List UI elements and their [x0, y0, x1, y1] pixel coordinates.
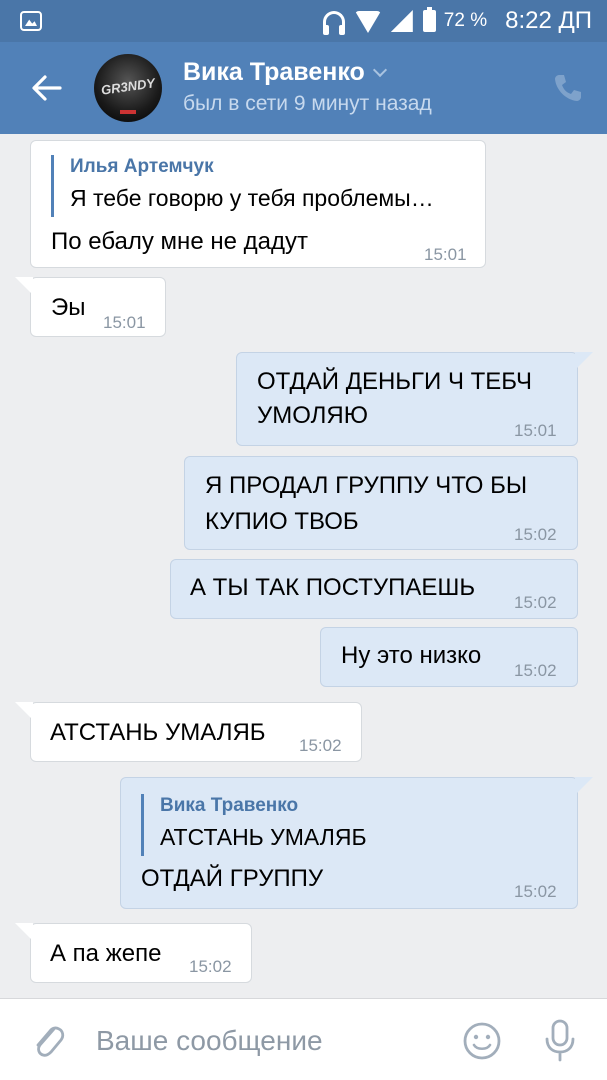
reply-text: АТСТАНЬ УМАЛЯБ: [160, 824, 367, 850]
message-time: 15:02: [514, 661, 557, 680]
wifi-icon: [354, 11, 381, 33]
reply-text: Я тебе говорю у тебя проблемы…: [70, 185, 434, 211]
battery-icon: [422, 7, 436, 32]
message-composer: [0, 998, 607, 1080]
reply-author: Илья Артемчук: [70, 156, 214, 177]
message-incoming[interactable]: АТСТАНЬ УМАЛЯБ 15:02: [15, 702, 362, 762]
message-time: 15:02: [514, 525, 557, 544]
message-text-line: Я ПРОДАЛ ГРУППУ ЧТО БЫ: [205, 472, 528, 499]
message-text: А ТЫ ТАК ПОСТУПАЕШЬ: [190, 574, 476, 601]
bubble-tail: [575, 777, 593, 795]
battery-level: 72 %: [443, 10, 488, 31]
avatar-decoration: [120, 110, 136, 114]
message-input[interactable]: [96, 1021, 436, 1061]
microphone-icon[interactable]: [542, 1017, 578, 1063]
avatar[interactable]: GR3NDY: [94, 54, 162, 122]
message-text: ОТДАЙ ГРУППУ: [141, 865, 324, 892]
message-text: АТСТАНЬ УМАЛЯБ: [50, 719, 266, 746]
message-incoming[interactable]: Илья Артемчук Я тебе говорю у тебя пробл…: [30, 140, 486, 268]
emoji-icon[interactable]: [462, 1021, 502, 1061]
clock: 8:22 ДП: [505, 7, 592, 34]
message-outgoing[interactable]: Ну это низко 15:02: [320, 627, 578, 687]
message-text: Ну это низко: [341, 642, 482, 669]
message-outgoing[interactable]: ОТДАЙ ДЕНЬГИ Ч ТЕБЧ УМОЛЯЮ 15:01: [236, 352, 593, 446]
message-text-line: КУПИО ТВОБ: [205, 508, 359, 535]
message-time: 15:02: [514, 882, 557, 901]
message-time: 15:01: [103, 313, 146, 332]
headset-icon: [322, 11, 345, 35]
status-icons: 72 % 8:22 ДП: [322, 0, 607, 42]
message-outgoing[interactable]: Я ПРОДАЛ ГРУППУ ЧТО БЫ КУПИО ТВОБ 15:02: [184, 456, 578, 550]
contact-last-seen: был в сети 9 минут назад: [183, 92, 432, 115]
message-outgoing[interactable]: А ТЫ ТАК ПОСТУПАЕШЬ 15:02: [170, 559, 578, 619]
vk-app-icon: [20, 11, 42, 31]
phone-icon[interactable]: [552, 72, 584, 104]
bubble-tail: [15, 923, 33, 941]
message-time: 15:02: [189, 957, 232, 976]
contact-name-text: Вика Травенко: [183, 58, 365, 86]
message-outgoing[interactable]: Вика Травенко АТСТАНЬ УМАЛЯБ ОТДАЙ ГРУПП…: [120, 777, 593, 909]
message-time: 15:01: [424, 245, 467, 264]
message-list[interactable]: Илья Артемчук Я тебе говорю у тебя пробл…: [0, 134, 607, 1000]
bubble-tail: [15, 702, 33, 720]
contact-name[interactable]: Вика Травенко: [183, 58, 387, 87]
message-time: 15:01: [514, 421, 557, 440]
chat-header: GR3NDY Вика Травенко был в сети 9 минут …: [0, 42, 607, 134]
reply-quote[interactable]: Вика Травенко АТСТАНЬ УМАЛЯБ: [141, 794, 367, 856]
message-text: По ебалу мне не дадут: [51, 228, 308, 255]
message-time: 15:02: [299, 736, 342, 755]
message-incoming[interactable]: А па жепе 15:02: [15, 923, 252, 983]
paperclip-icon[interactable]: [30, 1021, 66, 1061]
avatar-logo-text: GR3NDY: [100, 75, 156, 98]
back-arrow-icon[interactable]: [30, 72, 64, 104]
message-text-line: ОТДАЙ ДЕНЬГИ Ч ТЕБЧ: [257, 368, 532, 395]
message-text-line: УМОЛЯЮ: [257, 402, 368, 429]
status-bar: 72 % 8:22 ДП: [0, 0, 607, 42]
message-incoming[interactable]: Эы 15:01: [15, 277, 166, 337]
message-text: А па жепе: [50, 940, 162, 967]
reply-quote[interactable]: Илья Артемчук Я тебе говорю у тебя пробл…: [51, 155, 434, 217]
bubble-tail: [575, 352, 593, 370]
message-text: Эы: [51, 294, 86, 321]
signal-icon: [390, 10, 413, 32]
message-time: 15:02: [514, 593, 557, 612]
reply-author: Вика Травенко: [160, 795, 299, 816]
chevron-down-icon[interactable]: [372, 62, 387, 78]
bubble-tail: [15, 277, 33, 295]
